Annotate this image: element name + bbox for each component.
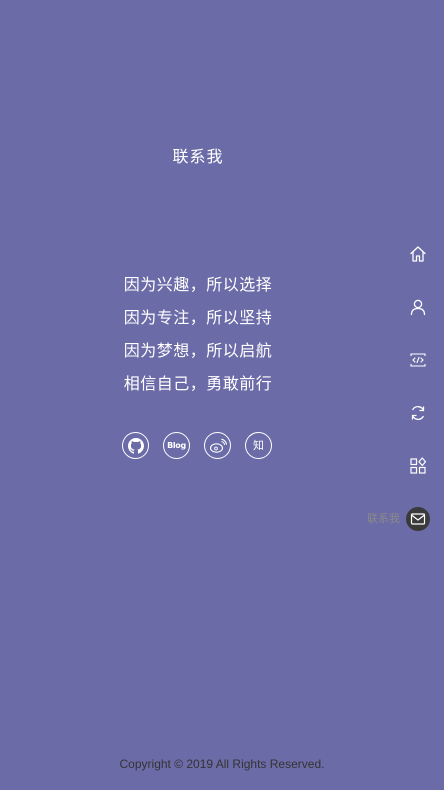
weibo-link[interactable]: [204, 432, 231, 459]
user-icon: [406, 295, 430, 319]
code-icon: [406, 348, 430, 372]
github-link[interactable]: [122, 432, 149, 459]
zhihu-link[interactable]: 知: [245, 432, 272, 459]
nav-item-contact[interactable]: 联系我: [310, 507, 430, 560]
nav-item-about[interactable]: [310, 295, 430, 348]
footer-copyright: Copyright © 2019 All Rights Reserved.: [119, 757, 325, 771]
github-icon: [127, 437, 144, 454]
side-nav: 联系我: [310, 242, 430, 560]
home-icon: [406, 242, 430, 266]
nav-item-label: 联系我: [367, 512, 400, 525]
weibo-icon: [209, 438, 227, 453]
refresh-icon: [406, 401, 430, 425]
social-links: Blog 知: [122, 432, 272, 459]
nav-item-home[interactable]: [310, 242, 430, 295]
zhihu-icon: 知: [253, 439, 264, 452]
apps-icon: [406, 454, 430, 478]
nav-item-refresh[interactable]: [310, 401, 430, 454]
mail-icon: [406, 507, 430, 531]
blog-icon: Blog: [167, 441, 186, 450]
page-title: 联系我: [172, 147, 224, 166]
nav-item-apps[interactable]: [310, 454, 430, 507]
nav-item-code[interactable]: [310, 348, 430, 401]
blog-link[interactable]: Blog: [163, 432, 190, 459]
